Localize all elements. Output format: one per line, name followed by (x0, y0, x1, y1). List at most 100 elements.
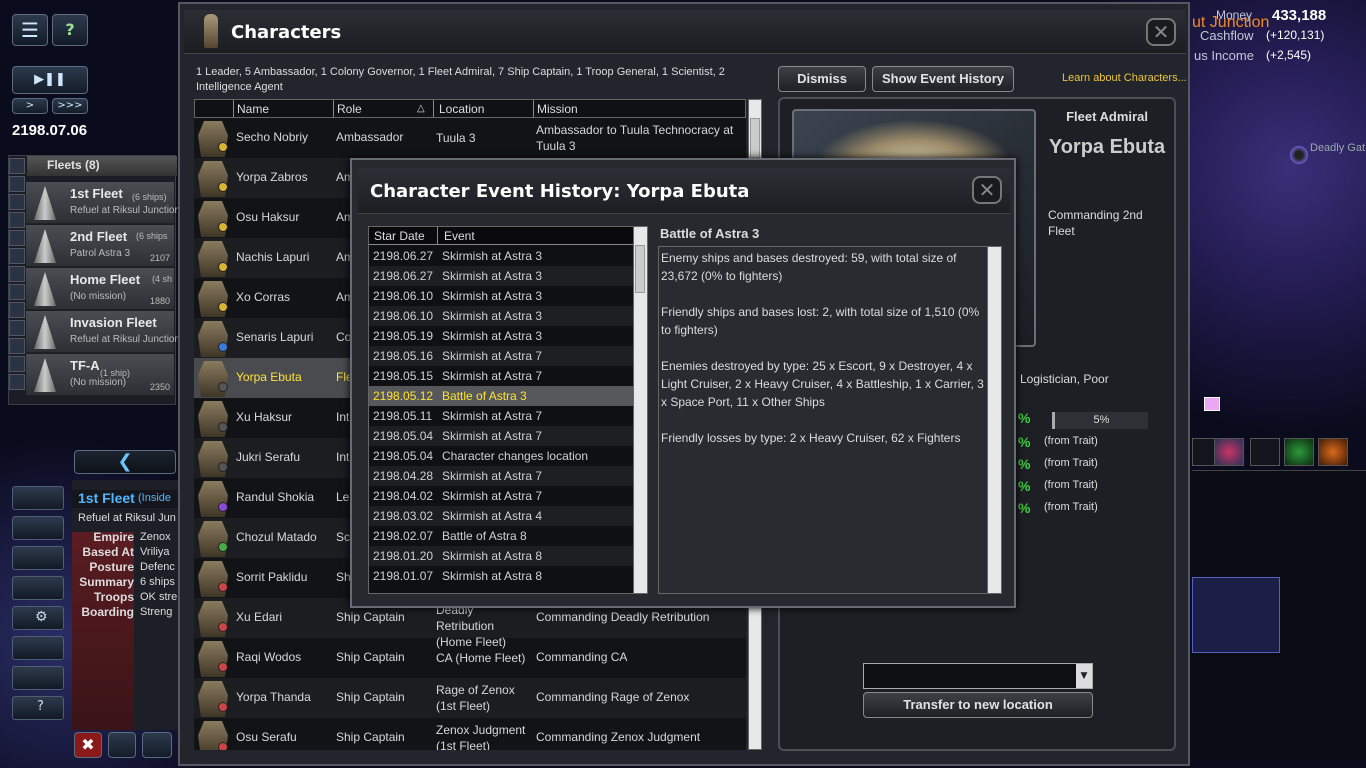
event-row[interactable]: 2198.04.02 Skirmish at Astra 7 (369, 486, 633, 506)
character-row[interactable]: Osu Serafu Ship Captain Zenox Judgment (1s… (194, 718, 746, 750)
fleet-info-status: Refuel at Riksul Jun (78, 512, 176, 524)
fleet-formation-button[interactable] (12, 666, 64, 690)
show-event-history-button[interactable]: Show Event History (872, 66, 1014, 92)
sidebar-icon-9[interactable] (9, 302, 25, 318)
minimap[interactable] (1192, 470, 1366, 760)
planet-marker[interactable] (1290, 146, 1308, 164)
play-pause-button[interactable]: ▶❚❚ (12, 66, 88, 94)
dismiss-button[interactable]: Dismiss (778, 66, 866, 92)
event-name: Skirmish at Astra 7 (442, 469, 543, 483)
sidebar-icon-1[interactable] (9, 158, 25, 174)
fleet-name: Home Fleet (70, 272, 141, 287)
speed-slow-button[interactable]: > (12, 98, 48, 114)
role-badge-icon (218, 462, 228, 472)
speed-fast-button[interactable]: >>> (52, 98, 88, 114)
fleet-settings-button[interactable]: ⚙ (12, 606, 64, 630)
transfer-location-button[interactable]: Transfer to new location (863, 692, 1093, 718)
sidebar-icon-4[interactable] (9, 212, 25, 228)
ship-button[interactable] (142, 732, 172, 758)
role-badge-icon (218, 262, 228, 272)
sidebar-icon-5[interactable] (9, 230, 25, 246)
event-row[interactable]: 2198.05.12 Battle of Astra 3 (369, 386, 633, 406)
fleet-view-button[interactable] (12, 546, 64, 570)
close-characters-button[interactable]: ✕ (1146, 18, 1176, 46)
event-row[interactable]: 2198.05.11 Skirmish at Astra 7 (369, 406, 633, 426)
event-row[interactable]: 2198.05.04 Character changes location (369, 446, 633, 466)
fleet-attack-button[interactable] (12, 576, 64, 600)
event-row[interactable]: 2198.03.02 Skirmish at Astra 4 (369, 506, 633, 526)
event-detail-scrollbar[interactable] (987, 247, 1001, 593)
sidebar-icon-8[interactable] (9, 284, 25, 300)
fleet-item[interactable]: Home Fleet (4 sh (No mission) 1880 (26, 268, 174, 310)
learn-about-characters-link[interactable]: Learn about Characters... (1062, 72, 1187, 84)
fleet-help-button[interactable]: ? (12, 696, 64, 720)
event-row[interactable]: 2198.06.10 Skirmish at Astra 3 (369, 286, 633, 306)
fleet-item[interactable]: TF-A (1 ship) (No mission) 2350 (26, 354, 174, 396)
character-row[interactable]: Raqi Wodos Ship Captain CA (Home Fleet) Com… (194, 638, 746, 678)
selection-square-icon[interactable] (1204, 397, 1220, 411)
scroll-thumb[interactable] (635, 245, 645, 293)
map-view-planet-button[interactable] (1318, 438, 1348, 466)
ship-icon (34, 315, 56, 349)
event-row[interactable]: 2198.06.10 Skirmish at Astra 3 (369, 306, 633, 326)
close-event-history-button[interactable]: ✕ (972, 176, 1002, 204)
event-row[interactable]: 2198.05.04 Skirmish at Astra 7 (369, 426, 633, 446)
event-row[interactable]: 2198.06.27 Skirmish at Astra 3 (369, 246, 633, 266)
sidebar-icon-12[interactable] (9, 356, 25, 372)
event-row[interactable]: 2198.05.15 Skirmish at Astra 7 (369, 366, 633, 386)
map-view-ship-button[interactable] (1250, 438, 1280, 466)
character-row[interactable]: Yorpa Thanda Ship Captain Rage of Zenox (1… (194, 678, 746, 718)
event-history-window: Character Event History: Yorpa Ebuta ✕ S… (350, 158, 1016, 608)
event-date: 2198.02.07 (373, 529, 434, 543)
event-name: Skirmish at Astra 3 (442, 249, 543, 263)
event-name: Skirmish at Astra 7 (442, 349, 543, 363)
map-view-galaxy-button[interactable] (1214, 438, 1244, 466)
map-view-radar-button[interactable] (1284, 438, 1314, 466)
sort-arrow-icon: △ (417, 103, 425, 114)
event-date: 2198.06.10 (373, 289, 434, 303)
fleet-name: 1st Fleet (70, 186, 123, 201)
cancel-button[interactable]: ✖ (74, 732, 102, 758)
fleet-item[interactable]: 2nd Fleet (6 ships Patrol Astra 3 2107 (26, 225, 174, 267)
fleet-target-button[interactable] (12, 486, 64, 510)
character-mission: Commanding CA (536, 650, 628, 664)
fleet-orbit-button[interactable] (12, 516, 64, 540)
fleet-flag-button[interactable] (12, 636, 64, 660)
sidebar-icon-2[interactable] (9, 176, 25, 192)
sidebar-icon-7[interactable] (9, 266, 25, 282)
help-button[interactable]: ? (52, 14, 88, 46)
fleet-item[interactable]: 1st Fleet (6 ships) Refuel at Riksul Jun… (26, 182, 180, 224)
col-mission-header[interactable]: Mission (537, 102, 578, 116)
fleet-item[interactable]: Invasion Fleet Refuel at Riksul Junction (26, 311, 180, 353)
sidebar-icon-3[interactable] (9, 194, 25, 210)
sidebar-icon-11[interactable] (9, 338, 25, 354)
event-row[interactable]: 2198.02.07 Battle of Astra 8 (369, 526, 633, 546)
sidebar-icon-13[interactable] (9, 374, 25, 390)
character-name: Secho Nobriy (236, 130, 309, 144)
event-row[interactable]: 2198.05.16 Skirmish at Astra 7 (369, 346, 633, 366)
event-history-titlebar: Character Event History: Yorpa Ebuta (358, 168, 1010, 214)
event-row[interactable]: 2198.01.07 Skirmish at Astra 8 (369, 566, 633, 586)
col-event-header[interactable]: Event (444, 229, 475, 243)
event-list-scrollbar[interactable] (633, 227, 647, 593)
col-role-header[interactable]: Role (337, 102, 362, 116)
event-row[interactable]: 2198.04.28 Skirmish at Astra 7 (369, 466, 633, 486)
col-name-header[interactable]: Name (237, 102, 269, 116)
scroll-thumb[interactable] (750, 118, 760, 158)
menu-button[interactable]: ☰ (12, 14, 48, 46)
collapse-panel-button[interactable]: ❮ (74, 450, 176, 474)
location-dropdown[interactable]: ▼ (863, 663, 1093, 689)
sidebar-icon-10[interactable] (9, 320, 25, 336)
help-hex-icon: ? (65, 20, 75, 39)
fleets-header[interactable]: Fleets (8) (27, 156, 177, 176)
event-row[interactable]: 2198.06.27 Skirmish at Astra 3 (369, 266, 633, 286)
refuel-button[interactable] (108, 732, 136, 758)
map-label-deadly-gate: Deadly Gat (1310, 142, 1366, 154)
col-location-header[interactable]: Location (439, 102, 484, 116)
sidebar-icon-6[interactable] (9, 248, 25, 264)
event-row[interactable]: 2198.01.20 Skirmish at Astra 8 (369, 546, 633, 566)
event-row[interactable]: 2198.05.19 Skirmish at Astra 3 (369, 326, 633, 346)
event-date: 2198.05.12 (373, 389, 434, 403)
col-stardate-header[interactable]: Star Date (374, 229, 425, 243)
character-row[interactable]: Secho Nobriy Ambassador Tuula 3 Ambassador … (194, 118, 746, 158)
